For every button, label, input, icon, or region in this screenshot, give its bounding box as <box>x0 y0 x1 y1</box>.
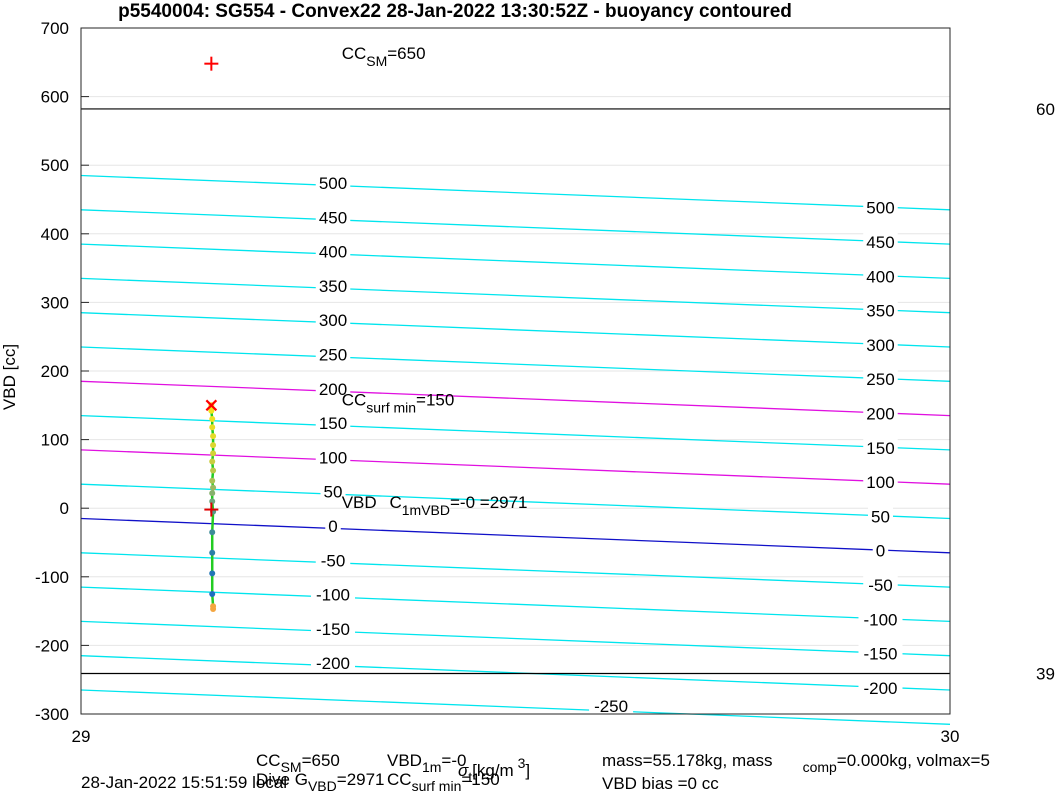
x-tick-label: 30 <box>941 727 960 746</box>
contour-label: 0 <box>876 542 885 561</box>
contour-label: 300 <box>866 336 894 355</box>
footer-mass: mass=55.178kg, mass comp=0.000kg, volmax=… <box>602 751 990 775</box>
profile-point <box>210 433 217 440</box>
contour-label: -150 <box>316 620 350 639</box>
contour-label: 500 <box>319 174 347 193</box>
contour-label: 400 <box>319 243 347 262</box>
contour-label: 200 <box>866 405 894 424</box>
contour-label: 350 <box>866 302 894 321</box>
profile-point <box>209 490 216 497</box>
y-tick-label: 500 <box>41 156 69 175</box>
contour-label: -100 <box>863 610 897 629</box>
y-tick-label: 700 <box>41 19 69 38</box>
profile-point <box>210 484 217 491</box>
profile-point <box>209 529 216 536</box>
y-tick-label: -100 <box>35 568 69 587</box>
profile-point <box>209 477 216 484</box>
contour-label: -50 <box>321 551 346 570</box>
profile-point <box>210 467 217 474</box>
profile-point <box>209 458 216 465</box>
y-tick-label: 0 <box>60 499 69 518</box>
footer: CCSM=650 VBD1m=-0 σt[kg/m 3] mass=55.178… <box>81 751 990 794</box>
contour-label: 500 <box>866 199 894 218</box>
contour-label: -200 <box>316 654 350 673</box>
contour-label: 450 <box>866 233 894 252</box>
profile-point <box>209 416 216 423</box>
contour-label: 300 <box>319 311 347 330</box>
contour-label: 150 <box>319 414 347 433</box>
footer-cc-surf: CCsurf min=150 <box>387 770 500 794</box>
contour-label: 250 <box>866 370 894 389</box>
contour-label: 350 <box>319 277 347 296</box>
y-tick-label: 100 <box>41 431 69 450</box>
profile-point <box>209 570 216 577</box>
y-tick-label: 600 <box>41 88 69 107</box>
y-tick-label: -300 <box>35 705 69 724</box>
y-tick-label: 300 <box>41 293 69 312</box>
y-axis-label: VBD [cc] <box>0 344 19 410</box>
y-tick-label: 400 <box>41 225 69 244</box>
contour-label: -50 <box>868 576 893 595</box>
y-tick-label: 200 <box>41 362 69 381</box>
chart-title: p5540004: SG554 - Convex22 28-Jan-2022 1… <box>118 1 792 22</box>
contour-label: 150 <box>866 439 894 458</box>
reference-label: 39 <box>1036 665 1055 684</box>
contour-label: -250 <box>594 697 628 716</box>
contour-label: 50 <box>871 507 890 526</box>
contour-label: -200 <box>863 679 897 698</box>
x-tick-label: 29 <box>72 727 91 746</box>
annotation-vbd-over: VBD <box>342 493 377 512</box>
y-tick-label: -200 <box>35 636 69 655</box>
profile-point <box>210 450 217 457</box>
contour-label: 0 <box>328 517 337 536</box>
profile-point <box>209 590 216 597</box>
footer-vbd-bias: VBD bias =0 cc <box>602 774 719 793</box>
buoyancy-chart: p5540004: SG554 - Convex22 28-Jan-2022 1… <box>0 1 1055 794</box>
contour-label: -100 <box>316 586 350 605</box>
reference-label: 60 <box>1036 100 1055 119</box>
profile-point <box>209 424 216 431</box>
contour-label: 450 <box>319 208 347 227</box>
contour-label: 400 <box>866 267 894 286</box>
profile-point <box>210 442 217 449</box>
contour-label: 250 <box>319 346 347 365</box>
contour-label: 50 <box>324 483 343 502</box>
contour-label: 100 <box>866 473 894 492</box>
contour-label: -150 <box>863 645 897 664</box>
profile-point <box>210 606 217 613</box>
profile-point <box>209 549 216 556</box>
contour-label: 100 <box>319 448 347 467</box>
